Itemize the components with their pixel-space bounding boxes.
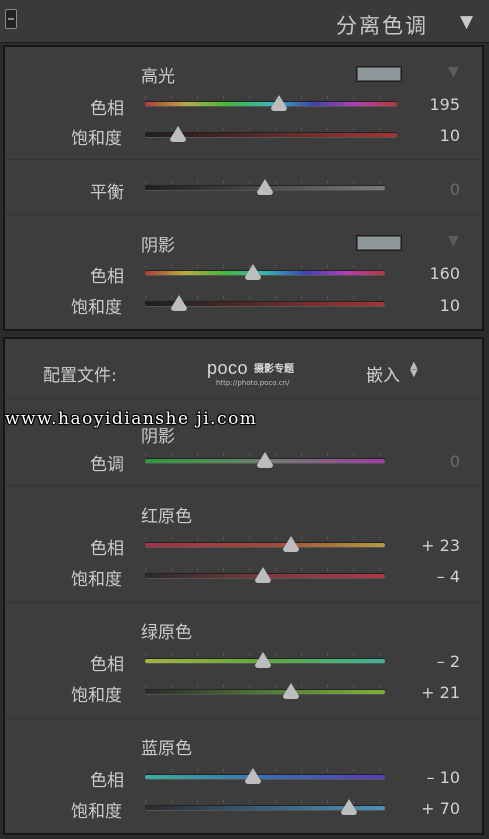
red-hue-value[interactable]: + 23 bbox=[390, 536, 460, 555]
poco-logo-url: http://photo.poco.cn/ bbox=[216, 379, 290, 387]
collapse-triangle-icon[interactable]: ▼ bbox=[460, 12, 473, 32]
red-hue-label: 色相 bbox=[90, 539, 124, 559]
green-primary-title: 绿原色 bbox=[141, 623, 192, 643]
green-hue-value[interactable]: – 2 bbox=[390, 652, 460, 671]
shadow-picker-triangle-icon[interactable]: ▼ bbox=[448, 233, 459, 249]
red-saturation-value[interactable]: – 4 bbox=[390, 567, 460, 586]
watermark-text: www.haoyidianshe ji.com bbox=[5, 409, 258, 429]
highlight-title: 高光 bbox=[141, 67, 175, 87]
red-hue-slider[interactable] bbox=[145, 537, 385, 547]
profile-dropdown[interactable]: 嵌入 bbox=[366, 361, 400, 386]
shadow-hue-value[interactable]: 160 bbox=[390, 264, 460, 283]
panel-header[interactable]: 分离色调 ▼ bbox=[0, 0, 489, 43]
green-hue-thumb[interactable] bbox=[254, 652, 271, 668]
blue-primary-title: 蓝原色 bbox=[141, 739, 192, 759]
green-saturation-thumb[interactable] bbox=[283, 683, 300, 699]
blue-saturation-value[interactable]: + 70 bbox=[390, 799, 460, 818]
shadow-saturation-value[interactable]: 10 bbox=[390, 296, 460, 315]
highlight-hue-thumb[interactable] bbox=[270, 95, 287, 111]
highlight-picker-triangle-icon[interactable]: ▼ bbox=[448, 64, 459, 80]
red-saturation-thumb[interactable] bbox=[254, 567, 271, 583]
highlight-saturation-label: 饱和度 bbox=[71, 129, 122, 149]
blue-hue-slider[interactable] bbox=[145, 769, 385, 779]
red-primary-title: 红原色 bbox=[141, 507, 192, 527]
shadow-title: 阴影 bbox=[141, 236, 175, 256]
profile-label: 配置文件: bbox=[43, 366, 117, 386]
dropdown-spinner-icon[interactable]: ▲ ▼ bbox=[410, 361, 418, 379]
tone-label: 色调 bbox=[90, 455, 124, 475]
panel-toggle-icon[interactable] bbox=[5, 9, 17, 29]
blue-hue-label: 色相 bbox=[90, 771, 124, 791]
blue-hue-thumb[interactable] bbox=[245, 768, 261, 784]
highlight-color-swatch[interactable] bbox=[356, 66, 402, 82]
red-hue-thumb[interactable] bbox=[283, 536, 300, 552]
balance-label: 平衡 bbox=[90, 183, 124, 203]
green-saturation-value[interactable]: + 21 bbox=[390, 683, 460, 702]
tone-thumb[interactable] bbox=[257, 452, 273, 468]
shadow-color-swatch[interactable] bbox=[356, 235, 402, 251]
highlight-hue-value[interactable]: 195 bbox=[390, 95, 460, 114]
green-saturation-label: 饱和度 bbox=[71, 686, 122, 706]
blue-saturation-thumb[interactable] bbox=[341, 799, 357, 815]
highlight-saturation-value[interactable]: 10 bbox=[390, 126, 460, 145]
balance-value[interactable]: 0 bbox=[390, 180, 460, 199]
green-saturation-slider[interactable] bbox=[145, 684, 385, 694]
poco-logo-name: poco bbox=[207, 360, 248, 378]
poco-logo: poco 摄影专题 http://photo.poco.cn/ bbox=[207, 360, 295, 387]
blue-hue-value[interactable]: – 10 bbox=[390, 768, 460, 787]
shadow-hue-thumb[interactable] bbox=[245, 264, 261, 280]
poco-logo-tagline: 摄影专题 bbox=[254, 362, 295, 375]
highlight-saturation-thumb[interactable] bbox=[169, 126, 186, 142]
blue-saturation-label: 饱和度 bbox=[71, 802, 122, 822]
highlight-hue-label: 色相 bbox=[90, 99, 124, 119]
shadow-saturation-thumb[interactable] bbox=[170, 295, 187, 311]
red-saturation-label: 饱和度 bbox=[71, 570, 122, 590]
panel-title: 分离色调 bbox=[336, 14, 428, 38]
balance-thumb[interactable] bbox=[257, 179, 273, 195]
green-hue-label: 色相 bbox=[90, 655, 124, 675]
shadow-hue-label: 色相 bbox=[90, 267, 124, 287]
shadow-hue-slider[interactable] bbox=[145, 265, 385, 275]
shadow-saturation-label: 饱和度 bbox=[71, 298, 122, 318]
tone-value[interactable]: 0 bbox=[390, 452, 460, 471]
